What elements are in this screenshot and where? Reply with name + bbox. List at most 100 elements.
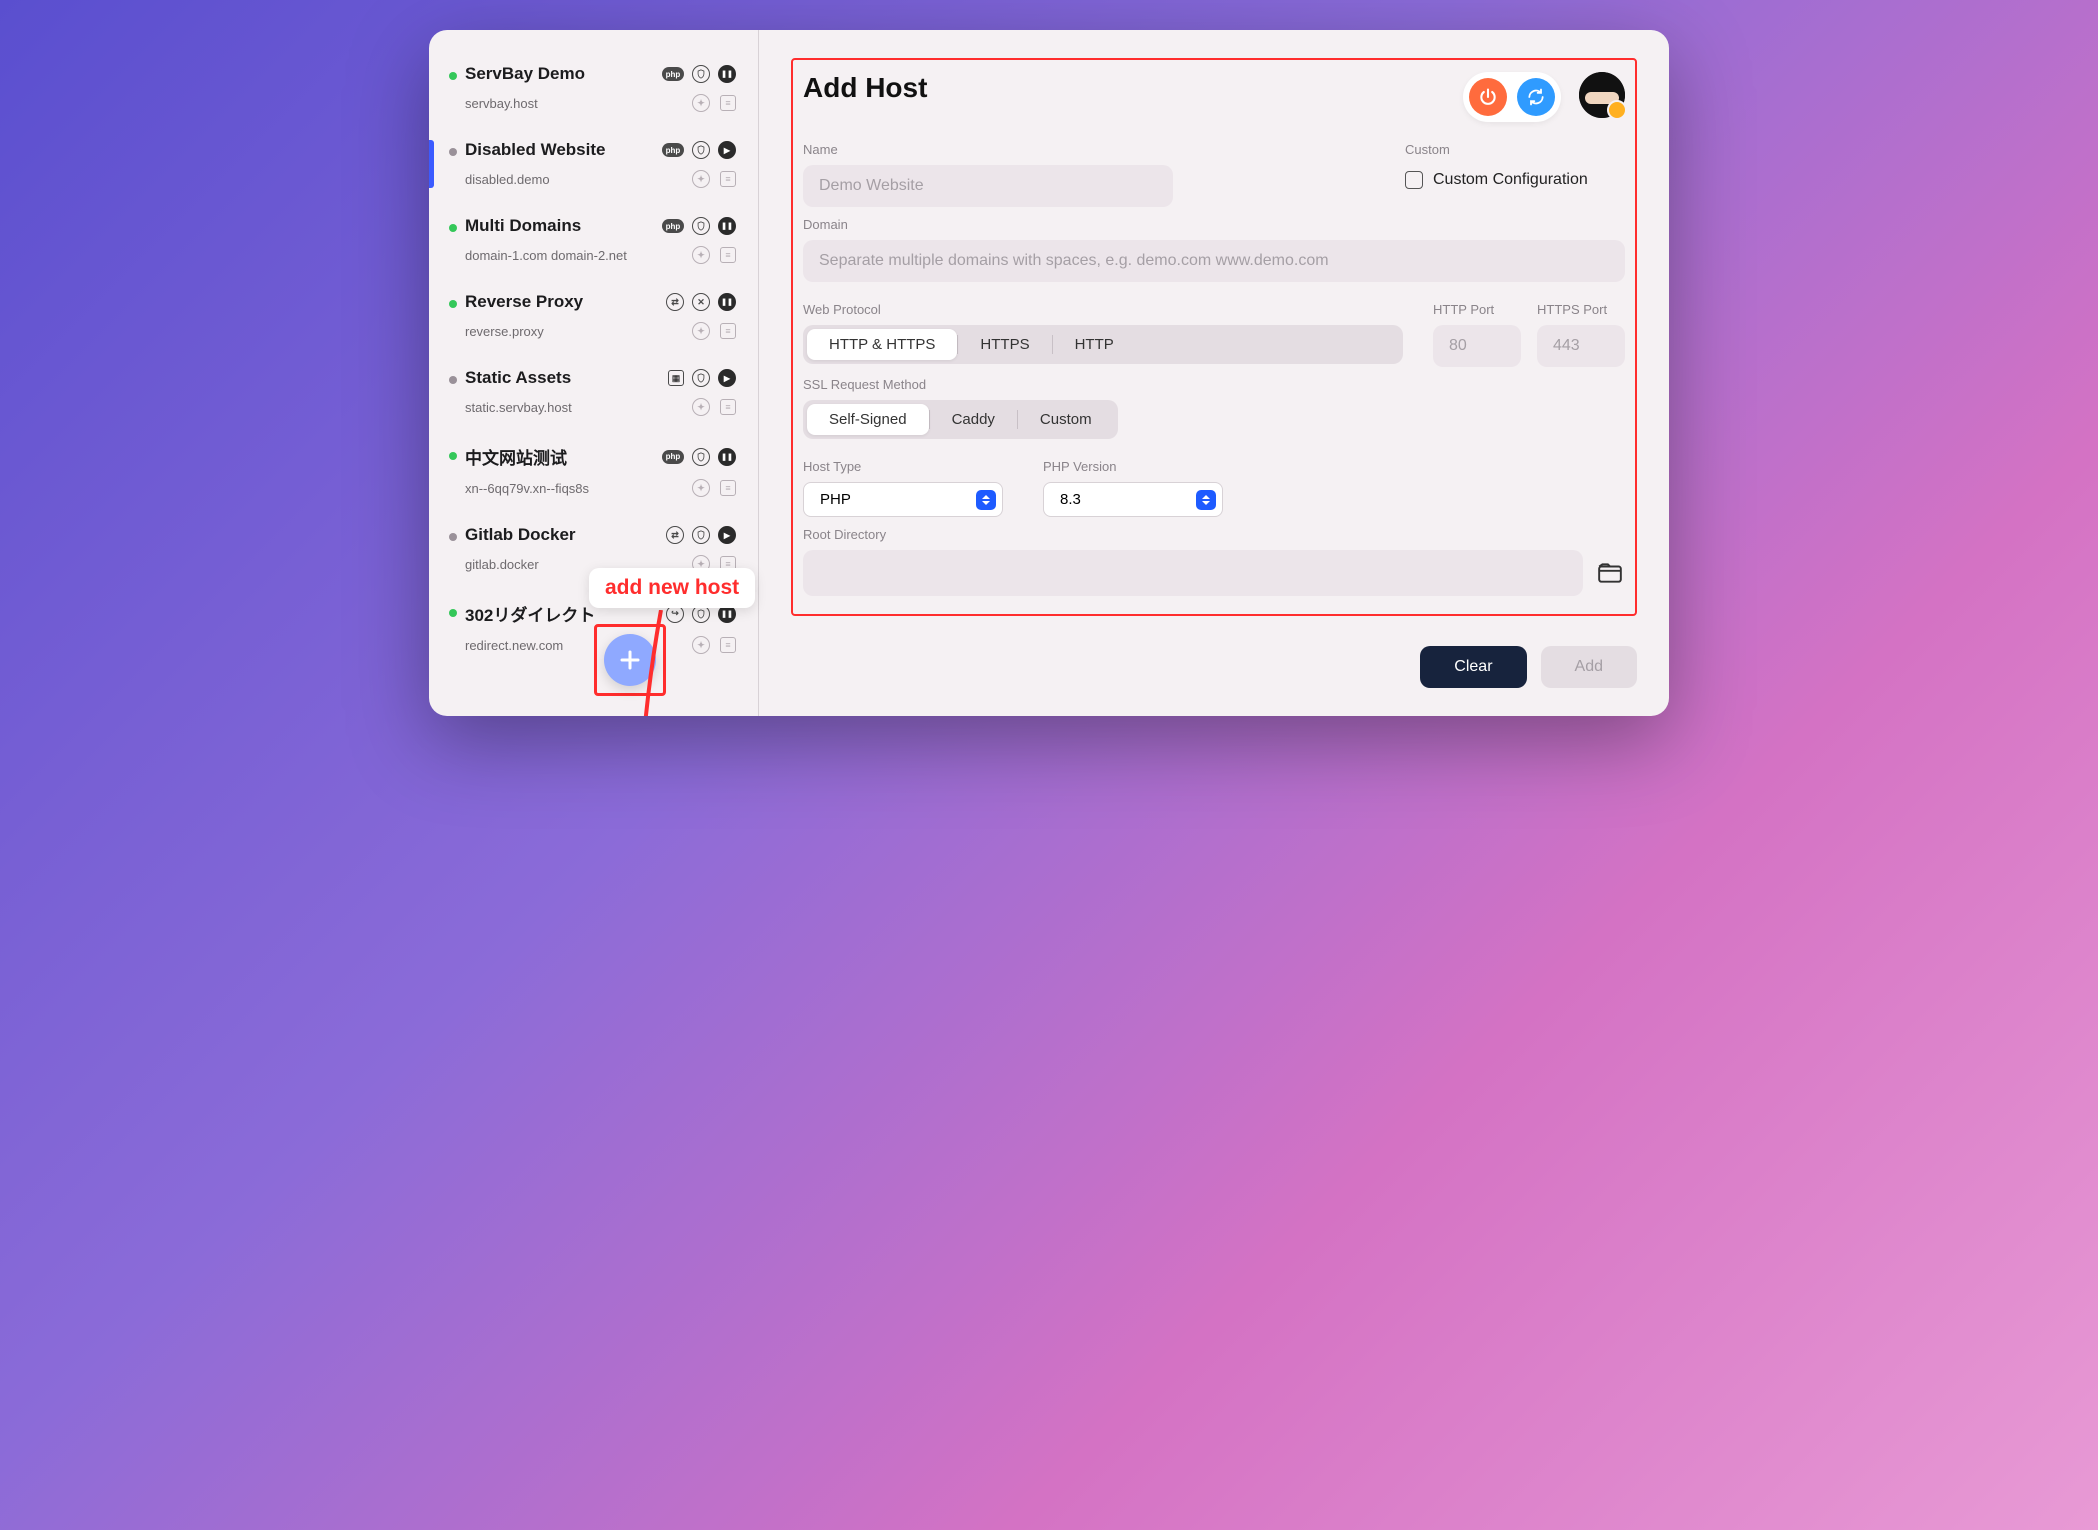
compass-icon[interactable]: ✦	[692, 322, 710, 340]
status-dot	[449, 376, 457, 384]
host-name: Reverse Proxy	[465, 292, 658, 312]
host-domain: static.servbay.host	[465, 400, 692, 415]
status-dot	[449, 224, 457, 232]
note-icon[interactable]: ≡	[720, 637, 736, 653]
sidebar-host-item[interactable]: 中文网站测试php❚❚xn--6qq79v.xn--fiqs8s✦≡	[429, 430, 758, 511]
ssl-option-selfsigned[interactable]: Self-Signed	[807, 404, 929, 435]
status-dot	[449, 300, 457, 308]
host-name: 中文网站测试	[465, 444, 654, 469]
root-directory-input[interactable]	[803, 550, 1583, 596]
host-name: ServBay Demo	[465, 64, 654, 84]
sidebar-host-item[interactable]: Static Assets ▦ ▶ static.servbay.host✦ ≡	[429, 354, 758, 430]
add-button[interactable]: Add	[1541, 646, 1637, 688]
pause-icon[interactable]: ❚❚	[718, 448, 736, 466]
form-highlight: Add Host Name Custom	[791, 58, 1637, 616]
clear-button[interactable]: Clear	[1420, 646, 1526, 688]
name-label: Name	[803, 142, 1365, 157]
note-icon[interactable]: ≡	[720, 323, 736, 339]
host-domain: reverse.proxy	[465, 324, 692, 339]
host-domain: domain-1.com domain-2.net	[465, 248, 692, 263]
sidebar-host-item[interactable]: Disabled Website php ▶ disabled.demo✦ ≡	[429, 126, 758, 202]
compass-icon[interactable]: ✦	[692, 170, 710, 188]
shield-icon	[692, 369, 710, 387]
protocol-label: Web Protocol	[803, 302, 1403, 317]
compass-icon[interactable]: ✦	[692, 479, 710, 497]
note-icon[interactable]: ≡	[720, 171, 736, 187]
main-panel: Add Host Name Custom	[759, 30, 1669, 716]
refresh-button[interactable]	[1517, 78, 1555, 116]
root-label: Root Directory	[803, 527, 1625, 542]
compass-icon[interactable]: ✦	[692, 246, 710, 264]
https-port-input[interactable]	[1537, 325, 1625, 367]
pause-icon[interactable]: ❚❚	[718, 65, 736, 83]
power-icon	[1478, 87, 1498, 107]
compass-icon[interactable]: ✦	[692, 398, 710, 416]
chevron-updown-icon	[1196, 490, 1216, 510]
static-icon: ▦	[668, 370, 684, 386]
host-name: Disabled Website	[465, 140, 654, 160]
status-dot	[449, 452, 457, 460]
ssl-option-custom[interactable]: Custom	[1018, 404, 1114, 435]
host-domain: xn--6qq79v.xn--fiqs8s	[465, 481, 692, 496]
host-type-value: PHP	[820, 491, 851, 508]
callout-add-new-host: add new host	[589, 568, 755, 608]
ssl-segmented: Self-Signed Caddy Custom	[803, 400, 1118, 439]
host-name: Multi Domains	[465, 216, 654, 236]
protocol-option-https[interactable]: HTTPS	[958, 329, 1051, 360]
header-actions	[1463, 72, 1561, 122]
pause-icon[interactable]: ❚❚	[718, 217, 736, 235]
add-host-button[interactable]	[604, 634, 656, 686]
http-port-input[interactable]	[1433, 325, 1521, 367]
note-icon[interactable]: ≡	[720, 480, 736, 496]
php-icon: php	[662, 67, 684, 81]
status-dot	[449, 533, 457, 541]
custom-label: Custom	[1405, 142, 1625, 157]
note-icon[interactable]: ≡	[720, 95, 736, 111]
host-name: Gitlab Docker	[465, 525, 658, 545]
custom-config-checkbox[interactable]	[1405, 171, 1423, 189]
user-avatar[interactable]	[1579, 72, 1625, 118]
play-icon[interactable]: ▶	[718, 526, 736, 544]
protocol-option-http[interactable]: HTTP	[1053, 329, 1136, 360]
sidebar-host-item[interactable]: ServBay Demo php ❚❚ servbay.host✦ ≡	[429, 50, 758, 126]
footer: Clear Add	[791, 616, 1637, 688]
sidebar-host-item[interactable]: Reverse Proxy⇄✕❚❚reverse.proxy✦≡	[429, 278, 758, 354]
protocol-segmented: HTTP & HTTPS HTTPS HTTP	[803, 325, 1403, 364]
name-input[interactable]	[803, 165, 1173, 207]
note-icon[interactable]: ≡	[720, 247, 736, 263]
callout-text: add new host	[605, 576, 739, 599]
php-icon: php	[662, 143, 684, 157]
power-button[interactable]	[1469, 78, 1507, 116]
play-icon[interactable]: ▶	[718, 141, 736, 159]
domain-input[interactable]	[803, 240, 1625, 282]
compass-icon[interactable]: ✦	[692, 94, 710, 112]
http-port-label: HTTP Port	[1433, 302, 1521, 317]
shield-icon	[692, 217, 710, 235]
protocol-option-both[interactable]: HTTP & HTTPS	[807, 329, 957, 360]
host-domain: servbay.host	[465, 96, 692, 111]
php-version-select[interactable]: 8.3	[1043, 482, 1223, 517]
folder-icon[interactable]	[1595, 560, 1625, 586]
sidebar-host-item[interactable]: Multi Domains php ❚❚ domain-1.com domain-2.…	[429, 202, 758, 278]
note-icon[interactable]: ≡	[720, 399, 736, 415]
refresh-icon	[1526, 87, 1546, 107]
play-icon[interactable]: ▶	[718, 369, 736, 387]
pause-icon[interactable]: ❚❚	[718, 293, 736, 311]
status-dot	[449, 609, 457, 617]
proxy-icon: ⇄	[666, 526, 684, 544]
shield-icon	[692, 141, 710, 159]
compass-icon[interactable]: ✦	[692, 636, 710, 654]
status-dot	[449, 148, 457, 156]
app-window: ServBay Demophp❚❚servbay.host✦≡Disabled …	[429, 30, 1669, 716]
shield-icon	[692, 526, 710, 544]
php-version-label: PHP Version	[1043, 459, 1223, 474]
host-type-select[interactable]: PHP	[803, 482, 1003, 517]
php-icon: php	[662, 219, 684, 233]
ssl-option-caddy[interactable]: Caddy	[930, 404, 1017, 435]
host-domain: redirect.new.com	[465, 638, 692, 653]
shield-icon	[692, 448, 710, 466]
host-domain: disabled.demo	[465, 172, 692, 187]
host-name: Static Assets	[465, 368, 660, 388]
proxy-icon: ⇄	[666, 293, 684, 311]
status-dot	[449, 72, 457, 80]
